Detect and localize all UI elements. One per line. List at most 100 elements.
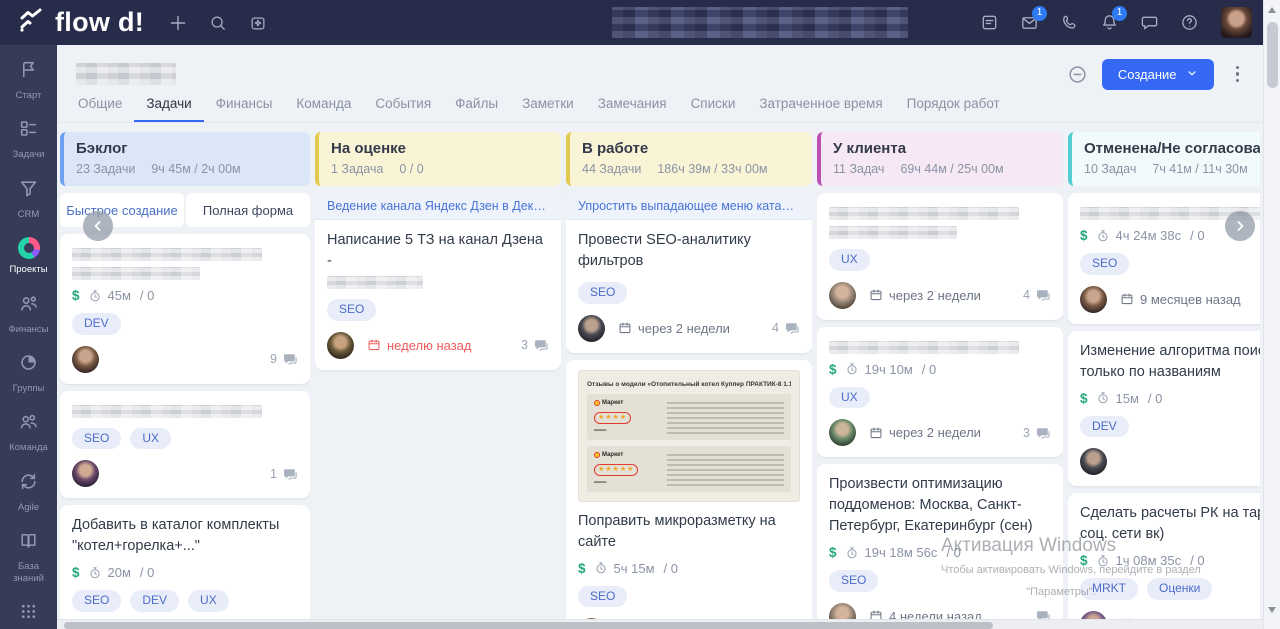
comments-count[interactable]: 3	[1023, 425, 1051, 441]
search-icon[interactable]	[198, 3, 238, 43]
sidebar-item-ещё[interactable]: Ещё	[0, 593, 57, 629]
task-tags: UX	[829, 249, 1051, 271]
task-card[interactable]: Отзывы о модели «Отопительный котел Купп…	[566, 360, 812, 619]
redacted-task-title	[829, 207, 1019, 220]
sidebar-item-проекты[interactable]: Проекты	[0, 229, 57, 284]
vertical-scrollbar[interactable]	[1263, 0, 1280, 629]
time-estimate-value: / 0	[140, 288, 154, 303]
parent-task-link[interactable]: Упростить выпадающее меню каталога и ...	[566, 193, 812, 220]
tag-pill: SEO	[578, 586, 627, 608]
vertical-scrollbar-thumb[interactable]	[1267, 22, 1278, 88]
sidebar-item-база-знаний[interactable]: База знаний	[0, 522, 57, 593]
comments-count[interactable]	[1035, 608, 1051, 619]
task-card-footer	[1080, 448, 1260, 475]
column-header[interactable]: В работе44 Задачи186ч 39м / 33ч 00м	[566, 132, 812, 186]
create-button[interactable]: Создание	[1102, 59, 1214, 90]
plus-icon[interactable]	[158, 3, 198, 43]
full-form-tab[interactable]: Полная форма	[186, 193, 310, 227]
sidebar-item-группы[interactable]: Группы	[0, 344, 57, 403]
review-stars: ★★★★	[594, 412, 631, 425]
time-spent-value: 1ч 08м 35с	[1116, 553, 1182, 568]
task-card[interactable]: UXчерез 2 недели4	[817, 193, 1063, 320]
comments-count[interactable]: 3	[521, 337, 549, 353]
task-card[interactable]: Упростить выпадающее меню каталога и ...…	[566, 193, 812, 353]
sidebar-item-финансы[interactable]: Финансы	[0, 285, 57, 344]
task-tags: MRKTОценки	[1080, 578, 1260, 600]
tab-замечания[interactable]: Замечания	[586, 89, 679, 122]
board-scroll-right-button[interactable]	[1225, 211, 1255, 241]
column-title: На оценке	[331, 140, 549, 157]
task-card[interactable]: SEOUX1	[60, 391, 310, 499]
comments-icon	[282, 351, 298, 367]
billable-icon: $	[1080, 553, 1088, 568]
sidebar-item-команда[interactable]: Команда	[0, 403, 57, 462]
tab-заметки[interactable]: Заметки	[510, 89, 586, 122]
tab-затраченное-время[interactable]: Затраченное время	[747, 89, 894, 122]
task-card[interactable]: Произвести оптимизацию поддоменов: Москв…	[817, 464, 1063, 619]
comments-count[interactable]: 9	[270, 351, 298, 367]
comments-count[interactable]: 4	[772, 320, 800, 336]
due-date: через 2 недели	[618, 321, 730, 336]
tag-pill: UX	[130, 428, 171, 450]
comments-count[interactable]: 4	[1023, 287, 1051, 303]
task-card-content: UXчерез 2 недели4	[817, 193, 1063, 320]
user-avatar[interactable]	[1221, 7, 1252, 38]
task-card[interactable]: Ведение канала Яндекс Дзен в Декабре 2..…	[315, 193, 561, 370]
bell-icon[interactable]: 1	[1089, 3, 1129, 43]
quick-create-tab[interactable]: Быстрое создание	[60, 193, 184, 227]
task-time-meta: $19ч 18м 56с/ 0	[829, 545, 1051, 560]
task-card[interactable]: Сделать расчеты РК на таргет соц. сети в…	[1068, 493, 1260, 619]
notes-icon[interactable]	[969, 3, 1009, 43]
scroll-down-arrow[interactable]	[1268, 607, 1276, 613]
reviewer-fake-line: ▃▃▃▃	[594, 426, 659, 431]
parent-task-link[interactable]: Ведение канала Яндекс Дзен в Декабре 2..…	[315, 193, 561, 220]
task-card[interactable]: $45м/ 0DEV9	[60, 234, 310, 384]
market-brand-logo: Маркет	[594, 452, 659, 458]
sidebar-item-crm[interactable]: CRM	[0, 170, 57, 229]
tab-файлы[interactable]: Файлы	[443, 89, 510, 122]
more-options-button[interactable]	[1228, 62, 1248, 87]
timer-icon	[1096, 229, 1110, 243]
review-stars: ★★★★★	[594, 464, 638, 477]
column-header[interactable]: Отменена/Не согласова...10 Задач7ч 41м /…	[1068, 132, 1260, 186]
tab-порядок-работ[interactable]: Порядок работ	[895, 89, 1012, 122]
phone-icon[interactable]	[1049, 3, 1089, 43]
tab-команда[interactable]: Команда	[284, 89, 363, 122]
projects-icon	[18, 237, 40, 259]
task-card[interactable]: Изменение алгоритма поиска - только по н…	[1068, 331, 1260, 487]
task-card[interactable]: $19ч 10м/ 0UXчерез 2 недели3	[817, 327, 1063, 458]
sidebar-item-задачи[interactable]: Задачи	[0, 110, 57, 169]
market-brand-logo: Маркет	[594, 400, 659, 406]
help-icon[interactable]	[1169, 3, 1209, 43]
mail-icon[interactable]: 1	[1009, 3, 1049, 43]
sidebar-item-label: Agile	[18, 502, 39, 513]
sidebar-item-старт[interactable]: Старт	[0, 51, 57, 110]
column-header[interactable]: У клиента11 Задач69ч 44м / 25ч 00м	[817, 132, 1063, 186]
chat-icon[interactable]	[1129, 3, 1169, 43]
tab-события[interactable]: События	[363, 89, 443, 122]
calendar-icon	[869, 288, 883, 302]
column-header[interactable]: На оценке1 Задача0 / 0	[315, 132, 561, 186]
tab-задачи[interactable]: Задачи	[134, 89, 203, 122]
tab-списки[interactable]: Списки	[679, 89, 748, 122]
board-scroll-left-button[interactable]	[83, 211, 113, 241]
column-meta: 10 Задач7ч 41м / 11ч 30м	[1084, 162, 1260, 176]
project-tabs: ОбщиеЗадачиФинансыКомандаСобытияФайлыЗам…	[57, 91, 1263, 123]
scroll-up-arrow[interactable]	[1268, 7, 1276, 13]
updates-icon[interactable]	[238, 3, 278, 43]
task-time-meta: $20м/ 0	[72, 565, 298, 580]
comments-count[interactable]: 1	[270, 466, 298, 482]
horizontal-scrollbar[interactable]	[57, 619, 1263, 629]
copy-link-icon[interactable]	[1067, 64, 1088, 85]
task-card-footer: 6 месяцев назад	[1080, 611, 1260, 619]
tab-общие[interactable]: Общие	[66, 89, 134, 122]
app-logo[interactable]: flow d!	[0, 6, 158, 39]
task-card[interactable]: Добавить в каталог комплекты "котел+горе…	[60, 505, 310, 619]
tab-финансы[interactable]: Финансы	[204, 89, 285, 122]
sidebar-item-agile[interactable]: Agile	[0, 463, 57, 522]
assignee-avatar	[829, 603, 856, 619]
horizontal-scrollbar-thumb[interactable]	[64, 622, 993, 629]
calendar-icon	[367, 338, 381, 352]
groups-icon	[18, 352, 39, 378]
column-header[interactable]: Бэклог23 Задачи9ч 45м / 2ч 00м	[60, 132, 310, 186]
